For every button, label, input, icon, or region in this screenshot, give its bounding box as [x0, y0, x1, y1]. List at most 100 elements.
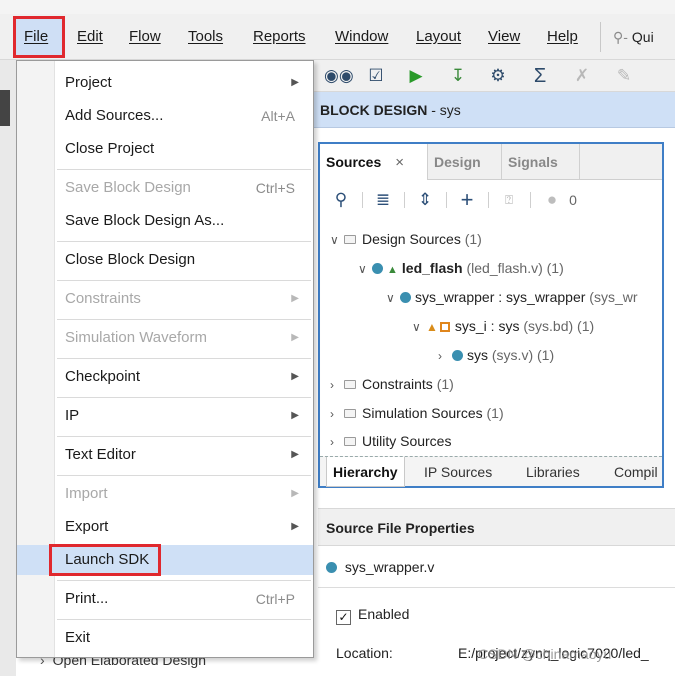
menu-edit[interactable]: Edit: [77, 14, 103, 60]
add-icon[interactable]: +: [456, 188, 478, 212]
menu-help[interactable]: Help: [547, 14, 578, 60]
chevron-right-icon[interactable]: ›: [330, 372, 344, 398]
menu-file[interactable]: File: [24, 14, 48, 60]
tree-sys-wrapper[interactable]: ∨ sys_wrapper : sys_wrapper (sys_wr: [386, 284, 638, 310]
menu-item-label: Print...: [65, 590, 109, 607]
toolbar-separator: [488, 192, 489, 208]
sources-toolbar: ⚲ ≣ ⇕ + ⍰ ● 0: [320, 184, 662, 216]
checkmark-icon[interactable]: ✓: [336, 610, 351, 625]
menu-item-label: Checkpoint: [65, 368, 141, 385]
menu-item-ip[interactable]: IP ▶: [17, 401, 313, 431]
tree-design-sources[interactable]: ∨ Design Sources (1): [330, 226, 482, 252]
submenu-arrow-icon: ▶: [291, 371, 299, 382]
menu-item-checkpoint[interactable]: Checkpoint ▶: [17, 362, 313, 392]
tab-signals[interactable]: Signals: [502, 144, 580, 180]
menu-tools[interactable]: Tools: [188, 14, 223, 60]
submenu-arrow-icon: ▶: [291, 293, 299, 304]
tab-sources[interactable]: Sources ×: [320, 144, 428, 180]
settings-gear-icon[interactable]: ⚙: [486, 64, 510, 88]
close-icon[interactable]: ×: [395, 154, 404, 171]
sigma-icon[interactable]: Σ: [528, 64, 552, 88]
tree-count: (1): [464, 231, 482, 247]
validate-icon[interactable]: ☑: [364, 64, 388, 88]
menu-separator: [57, 436, 311, 437]
menu-item-exit[interactable]: Exit: [17, 623, 313, 653]
search-icon[interactable]: ⚲: [330, 188, 352, 212]
menu-item-label: Save Block Design As...: [65, 212, 225, 229]
binoculars-icon[interactable]: ◉◉: [324, 64, 354, 88]
menu-item-close-block-design[interactable]: Close Block Design: [17, 245, 313, 275]
tab-libraries[interactable]: Libraries: [520, 457, 586, 487]
enabled-checkbox[interactable]: ✓ Enabled: [336, 601, 409, 627]
help-icon[interactable]: ⍰: [498, 188, 520, 212]
chevron-down-icon[interactable]: ∨: [330, 227, 344, 253]
bitstream-icon[interactable]: ↧: [446, 64, 470, 88]
menu-item-text-editor[interactable]: Text Editor ▶: [17, 440, 313, 470]
menu-separator: [57, 475, 311, 476]
menu-item-save-block-design: Save Block Design Ctrl+S: [17, 173, 313, 203]
menu-separator: [57, 619, 311, 620]
submenu-arrow-icon: ▶: [291, 332, 299, 343]
tree-label: Utility Sources: [362, 433, 452, 449]
block-design-title: BLOCK DESIGN: [320, 102, 428, 118]
properties-file-name: sys_wrapper.v: [344, 559, 435, 575]
module-dot-icon: [372, 263, 383, 274]
collapse-all-icon[interactable]: ≣: [372, 188, 394, 212]
tab-signals-label: Signals: [508, 154, 558, 170]
tree-detail: (sys.v) (1): [491, 347, 555, 363]
file-menu-dropdown: Project ▶ Add Sources... Alt+A Close Proje…: [16, 60, 314, 658]
disabled-pen-icon: ✎: [616, 66, 632, 85]
watermark: CSDN @chinamaoyu: [478, 646, 612, 662]
menu-item-close-project[interactable]: Close Project: [17, 134, 313, 164]
menu-item-project[interactable]: Project ▶: [17, 68, 313, 98]
chevron-right-icon[interactable]: ›: [438, 343, 452, 369]
menu-view[interactable]: View: [488, 14, 520, 60]
status-dot-icon: ●: [546, 190, 558, 209]
menu-separator: [57, 358, 311, 359]
menu-item-label: Add Sources...: [65, 107, 164, 124]
menu-item-print[interactable]: Print... Ctrl+P: [17, 584, 313, 614]
menu-flow[interactable]: Flow: [129, 14, 161, 60]
disabled-tool-icon: ✗: [574, 66, 590, 85]
rail-marker: [0, 90, 10, 126]
top-strip: [0, 0, 675, 14]
properties-file: sys_wrapper.v: [326, 554, 434, 580]
menu-item-export[interactable]: Export ▶: [17, 512, 313, 542]
folder-icon: [344, 235, 356, 244]
properties-divider: [318, 587, 675, 588]
tree-led-flash[interactable]: ∨ ▲ led_flash (led_flash.v) (1): [358, 255, 564, 281]
menu-reports[interactable]: Reports: [253, 14, 306, 60]
chevron-right-icon[interactable]: ›: [330, 401, 344, 427]
tab-ip-sources[interactable]: IP Sources: [418, 457, 498, 487]
chevron-down-icon[interactable]: ∨: [412, 314, 426, 340]
tree-simulation-sources[interactable]: › Simulation Sources (1): [330, 400, 504, 426]
tree-sys-i[interactable]: ∨ ▲ sys_i : sys (sys.bd) (1): [412, 313, 594, 339]
tab-hierarchy[interactable]: Hierarchy: [326, 457, 405, 487]
menu-item-add-sources[interactable]: Add Sources... Alt+A: [17, 101, 313, 131]
quick-access-search[interactable]: ⚲- Qui: [600, 22, 675, 52]
tab-design[interactable]: Design: [428, 144, 502, 180]
menu-item-save-block-design-as[interactable]: Save Block Design As...: [17, 206, 313, 236]
tree-utility-sources[interactable]: › Utility Sources: [330, 428, 451, 452]
tree-sys[interactable]: › sys (sys.v) (1): [438, 342, 554, 368]
expand-all-icon[interactable]: ⇕: [414, 188, 436, 212]
search-icon: ⚲-: [613, 29, 628, 45]
menu-bar: File Edit Flow Tools Reports Window Layo…: [0, 14, 675, 60]
chevron-down-icon[interactable]: ∨: [358, 256, 372, 282]
menu-item-label: Save Block Design: [65, 179, 191, 196]
block-design-icon: [439, 322, 450, 332]
sources-panel: Sources × Design Signals ⚲ ≣ ⇕ + ⍰ ● 0 ∨ D…: [318, 142, 664, 488]
chevron-right-icon[interactable]: ›: [330, 429, 344, 452]
tab-compile-order[interactable]: Compil: [608, 457, 664, 487]
tree-detail: (led_flash.v) (1): [466, 260, 564, 276]
menu-window[interactable]: Window: [335, 14, 388, 60]
sources-bottom-tabs: Hierarchy IP Sources Libraries Compil: [320, 456, 664, 487]
run-icon[interactable]: ▶: [404, 64, 428, 88]
chevron-down-icon[interactable]: ∨: [386, 285, 400, 311]
menu-layout[interactable]: Layout: [416, 14, 461, 60]
tree-constraints[interactable]: › Constraints (1): [330, 371, 454, 397]
menu-item-label: Export: [65, 518, 109, 535]
toolbar-separator: [446, 192, 447, 208]
enabled-label: Enabled: [358, 606, 410, 622]
toolbar-separator: [362, 192, 363, 208]
